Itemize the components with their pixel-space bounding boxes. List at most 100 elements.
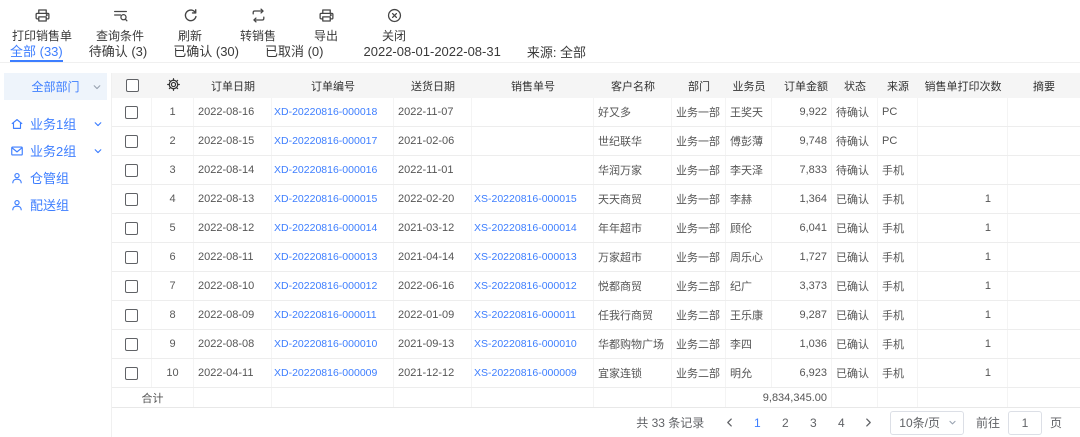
row-number-cell: 3: [152, 156, 194, 184]
select-all-checkbox[interactable]: [126, 79, 139, 92]
row-checkbox[interactable]: [125, 367, 138, 380]
pagination-bar: 共 33 条记录 1 2 3 4 10条/页 前往 页: [112, 408, 1080, 437]
header-salesperson: 业务员: [726, 73, 772, 98]
amount-cell: 6,923: [772, 359, 832, 387]
sales-no-link[interactable]: XS-20220816-000013: [472, 243, 594, 271]
page-button-4[interactable]: 4: [831, 416, 851, 430]
row-number-cell: 5: [152, 214, 194, 242]
sales-no-link[interactable]: XS-20220816-000011: [472, 301, 594, 329]
close-button[interactable]: 关闭: [372, 7, 416, 44]
search-filter-icon: [112, 7, 129, 24]
row-checkbox-cell: [112, 359, 152, 387]
status-cell: 已确认: [832, 301, 878, 329]
row-checkbox[interactable]: [125, 251, 138, 264]
records-total-text: 共 33 条记录: [636, 414, 704, 431]
table-row: 1 2022-08-16 XD-20220816-000018 2022-11-…: [112, 98, 1080, 127]
sales-no-link[interactable]: [472, 156, 594, 184]
customer-cell: 悦都商贸: [594, 272, 672, 300]
row-checkbox[interactable]: [125, 338, 138, 351]
summary-cell: [1008, 243, 1080, 271]
row-checkbox[interactable]: [125, 222, 138, 235]
order-no-link[interactable]: XD-20220816-000012: [272, 272, 394, 300]
order-no-link[interactable]: XD-20220816-000009: [272, 359, 394, 387]
mail-icon: [10, 144, 24, 158]
sales-no-link[interactable]: [472, 98, 594, 126]
orders-table: 订单日期 订单编号 送货日期 销售单号 客户名称 部门 业务员 订单金额 状态 …: [112, 73, 1080, 437]
date-range-filter[interactable]: 2022-08-01-2022-08-31: [364, 44, 501, 59]
row-checkbox[interactable]: [125, 193, 138, 206]
row-checkbox[interactable]: [125, 309, 138, 322]
sales-no-link[interactable]: XS-20220816-000014: [472, 214, 594, 242]
print-sales-order-button[interactable]: 打印销售单: [12, 7, 72, 44]
order-no-link[interactable]: XD-20220816-000010: [272, 330, 394, 358]
dept-cell: 业务二部: [672, 359, 726, 387]
order-no-link[interactable]: XD-20220816-000013: [272, 243, 394, 271]
prev-page-button[interactable]: [720, 417, 739, 428]
sales-no-link[interactable]: [472, 127, 594, 155]
order-date-cell: 2022-04-11: [194, 359, 272, 387]
content: 全部部门 业务1组 业务2组 仓管组 配送组: [0, 63, 1080, 437]
order-no-link[interactable]: XD-20220816-000011: [272, 301, 394, 329]
goto-page-input[interactable]: [1008, 411, 1042, 435]
source-cell: 手机: [878, 359, 918, 387]
order-no-link[interactable]: XD-20220816-000016: [272, 156, 394, 184]
source-cell: 手机: [878, 185, 918, 213]
status-cell: 已确认: [832, 243, 878, 271]
delivery-date-cell: 2021-12-12: [394, 359, 472, 387]
sales-no-link[interactable]: XS-20220816-000010: [472, 330, 594, 358]
sales-no-link[interactable]: XS-20220816-000012: [472, 272, 594, 300]
summary-cell: [1008, 214, 1080, 242]
sidebar-item-2[interactable]: 业务2组: [0, 137, 111, 164]
sidebar-item-4[interactable]: 配送组: [0, 191, 111, 218]
page-button-1[interactable]: 1: [747, 416, 767, 430]
sales-no-link[interactable]: XS-20220816-000015: [472, 185, 594, 213]
page-button-2[interactable]: 2: [775, 416, 795, 430]
row-checkbox[interactable]: [125, 164, 138, 177]
sidebar-item-3[interactable]: 仓管组: [0, 164, 111, 191]
next-page-button[interactable]: [859, 417, 878, 428]
table-row: 7 2022-08-10 XD-20220816-000012 2022-06-…: [112, 272, 1080, 301]
page-size-select[interactable]: 10条/页: [890, 411, 964, 435]
source-filter[interactable]: 来源: 全部: [527, 42, 586, 61]
order-date-cell: 2022-08-16: [194, 98, 272, 126]
row-checkbox-cell: [112, 98, 152, 126]
order-no-link[interactable]: XD-20220816-000018: [272, 98, 394, 126]
print-count-cell: 1: [918, 214, 1008, 242]
header-delivery-date: 送货日期: [394, 73, 472, 98]
status-cell: 已确认: [832, 330, 878, 358]
salesperson-cell: 李四: [726, 330, 772, 358]
amount-cell: 6,041: [772, 214, 832, 242]
tab-pending-confirm[interactable]: 待确认 (3): [89, 40, 148, 62]
customer-cell: 华都购物广场: [594, 330, 672, 358]
sidebar-item-1[interactable]: 业务1组: [0, 110, 111, 137]
tab-confirmed[interactable]: 已确认 (30): [173, 40, 239, 62]
refresh-button[interactable]: 刷新: [168, 7, 212, 44]
dept-cell: 业务一部: [672, 243, 726, 271]
row-number-cell: 10: [152, 359, 194, 387]
order-no-link[interactable]: XD-20220816-000014: [272, 214, 394, 242]
row-number-cell: 2: [152, 127, 194, 155]
gear-icon[interactable]: [166, 77, 181, 95]
order-no-link[interactable]: XD-20220816-000017: [272, 127, 394, 155]
page-button-3[interactable]: 3: [803, 416, 823, 430]
print-count-cell: 1: [918, 359, 1008, 387]
close-circle-icon: [386, 7, 403, 24]
order-no-link[interactable]: XD-20220816-000015: [272, 185, 394, 213]
row-checkbox[interactable]: [125, 106, 138, 119]
row-checkbox[interactable]: [125, 135, 138, 148]
delivery-date-cell: 2022-11-01: [394, 156, 472, 184]
row-checkbox[interactable]: [125, 280, 138, 293]
amount-cell: 9,748: [772, 127, 832, 155]
tab-cancelled[interactable]: 已取消 (0): [265, 40, 324, 62]
export-button[interactable]: 导出: [304, 7, 348, 44]
tab-all[interactable]: 全部 (33): [10, 40, 63, 62]
header-summary: 摘要: [1008, 73, 1080, 98]
query-conditions-button[interactable]: 查询条件: [96, 7, 144, 44]
row-checkbox-cell: [112, 185, 152, 213]
customer-cell: 世纪联华: [594, 127, 672, 155]
sales-no-link[interactable]: XS-20220816-000009: [472, 359, 594, 387]
table-header-row: 订单日期 订单编号 送货日期 销售单号 客户名称 部门 业务员 订单金额 状态 …: [112, 73, 1080, 98]
department-dropdown[interactable]: 全部部门: [4, 73, 107, 100]
transfer-to-sales-button[interactable]: 转销售: [236, 7, 280, 44]
dept-cell: 业务二部: [672, 272, 726, 300]
